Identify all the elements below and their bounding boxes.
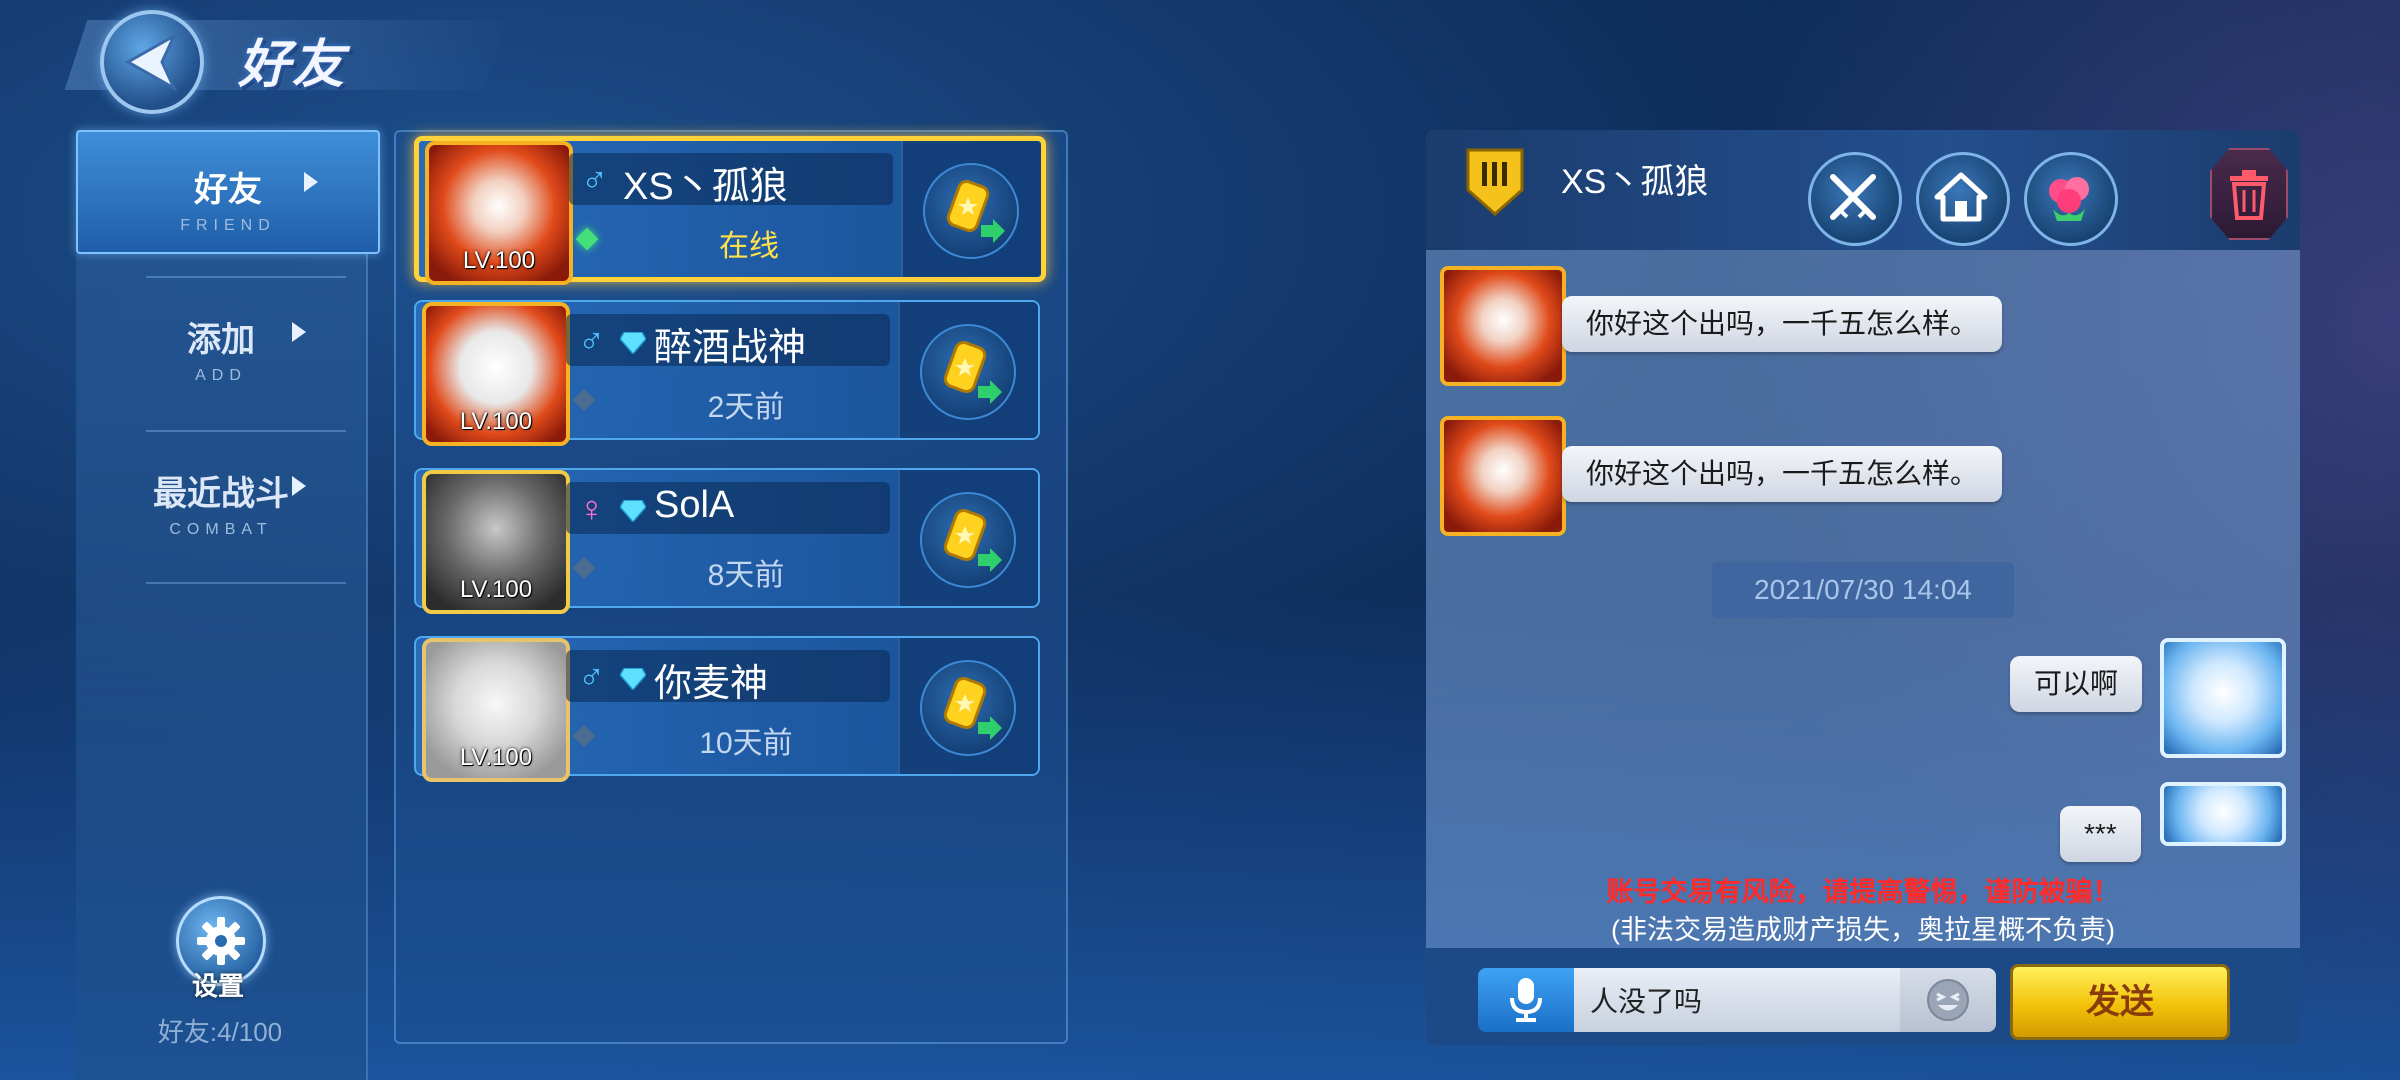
emoji-button[interactable]: [1900, 968, 1996, 1032]
friend-avatar: LV.100: [422, 638, 570, 782]
chat-panel: XS丶孤狼 你好这个出吗，一千五怎么样。 你好这个出吗，一千五怎么样。 2021…: [1426, 130, 2300, 1045]
chat-input[interactable]: [1574, 968, 1900, 1032]
send-flowers-button[interactable]: [2024, 152, 2118, 246]
offline-indicator-icon: [572, 556, 596, 580]
gear-icon: [197, 917, 245, 965]
own-message-avatar: [2160, 782, 2286, 846]
divider: [146, 582, 346, 584]
message-bubble: ***: [2060, 806, 2141, 862]
offline-indicator-icon: [572, 388, 596, 412]
friend-card[interactable]: LV.100 ♂ XS丶孤狼 在线: [414, 136, 1046, 285]
send-gift-button[interactable]: [920, 324, 1016, 420]
divider: [146, 276, 346, 278]
trash-icon: [2230, 170, 2268, 220]
tab-add-sub: ADD: [195, 367, 247, 384]
friend-avatar: LV.100: [422, 470, 570, 614]
gold-coin-send-icon: [946, 180, 1005, 243]
chat-header: XS丶孤狼: [1426, 130, 2300, 250]
female-icon: ♀: [578, 488, 605, 529]
gold-coin-send-icon: [943, 677, 1002, 740]
divider: [146, 430, 346, 432]
battle-button[interactable]: [1808, 152, 1902, 246]
tab-friend[interactable]: 好友 FRIEND: [76, 130, 380, 254]
message-timestamp: 2021/07/30 14:04: [1712, 562, 2014, 618]
friend-card[interactable]: LV.100 ♂ 你麦神 10天前: [414, 636, 1040, 782]
friend-name: XS丶孤狼: [623, 166, 788, 208]
friend-level: LV.100: [459, 744, 533, 771]
gift-area: [898, 470, 1038, 606]
chevron-right-icon: [304, 172, 318, 192]
diamond-vip-icon: [620, 332, 646, 354]
friend-message-avatar: [1440, 416, 1566, 536]
friend-status: 在线: [719, 230, 779, 263]
emoji-icon: [1927, 979, 1969, 1021]
send-gift-button[interactable]: [920, 660, 1016, 756]
home-button[interactable]: [1916, 152, 2010, 246]
voice-button[interactable]: [1478, 968, 1574, 1032]
chevron-right-icon: [292, 322, 306, 342]
tab-add-label: 添加: [187, 321, 255, 359]
diamond-vip-icon: [620, 500, 646, 522]
rank-badge-icon: [1466, 148, 1524, 217]
male-icon: ♂: [581, 159, 608, 200]
diamond-vip-icon: [620, 668, 646, 690]
tab-combat-sub: COMBAT: [169, 521, 273, 538]
crossed-swords-icon: [1830, 174, 1876, 220]
message-bubble: 可以啊: [2010, 656, 2143, 712]
male-icon: ♂: [578, 656, 605, 697]
friend-list-panel: LV.100 ♂ XS丶孤狼 在线 LV.100 ♂ 醉酒战神 2天前 LV.1…: [394, 130, 1068, 1044]
friend-name: SolA: [654, 484, 735, 526]
offline-indicator-icon: [572, 724, 596, 748]
page-title: 好友: [238, 36, 347, 94]
send-gift-button[interactable]: [923, 163, 1019, 259]
friend-avatar: LV.100: [422, 302, 570, 446]
tab-combat[interactable]: 最近战斗 COMBAT: [76, 436, 366, 556]
back-button[interactable]: [100, 10, 204, 114]
message-bubble: 你好这个出吗，一千五怎么样。: [1562, 446, 2003, 502]
gold-coin-send-icon: [943, 509, 1002, 572]
gift-area: [898, 638, 1038, 774]
friend-status: 8天前: [707, 559, 785, 592]
trade-warning: 账号交易有风险，请提高警惕，谨防被骗！: [1606, 877, 2120, 907]
send-gift-button[interactable]: [920, 492, 1016, 588]
male-icon: ♂: [578, 320, 605, 361]
friend-status: 2天前: [707, 391, 785, 424]
microphone-icon: [1510, 978, 1542, 1022]
friend-level: LV.100: [459, 408, 533, 435]
message-bubble: 你好这个出吗，一千五怎么样。: [1562, 296, 2003, 352]
friend-message-avatar: [1440, 266, 1566, 386]
friend-status: 10天前: [699, 727, 793, 760]
friend-level: LV.100: [459, 576, 533, 603]
back-arrow-icon: [124, 32, 178, 92]
online-indicator-icon: [575, 227, 599, 251]
friend-name: 你麦神: [654, 663, 769, 705]
friend-avatar: LV.100: [425, 141, 573, 285]
roses-icon: [2049, 177, 2089, 221]
friend-count: 好友:4/100: [157, 1017, 283, 1047]
friend-card[interactable]: LV.100 ♂ 醉酒战神 2天前: [414, 300, 1040, 446]
trade-warning-sub: (非法交易造成财产损失，奥拉星概不负责): [1611, 915, 2115, 945]
tab-friend-label: 好友: [194, 171, 262, 209]
send-button[interactable]: 发送: [2010, 964, 2230, 1040]
tab-add[interactable]: 添加 ADD: [76, 282, 366, 402]
friend-card[interactable]: LV.100 ♀ SolA 8天前: [414, 468, 1040, 614]
chat-input-bar: 发送: [1426, 948, 2300, 1045]
friend-name: 醉酒战神: [654, 327, 807, 369]
own-message-avatar: [2160, 638, 2286, 758]
settings-label: 设置: [191, 971, 244, 1001]
home-icon: [1934, 172, 1988, 222]
gift-area: [901, 141, 1041, 277]
chat-title: XS丶孤狼: [1561, 163, 1709, 201]
chevron-right-icon: [292, 476, 306, 496]
friend-level: LV.100: [462, 247, 536, 274]
delete-friend-button[interactable]: [2210, 148, 2288, 240]
gold-coin-send-icon: [943, 341, 1002, 404]
gift-area: [898, 302, 1038, 438]
tab-friend-sub: FRIEND: [180, 217, 276, 234]
tab-combat-label: 最近战斗: [153, 475, 289, 513]
